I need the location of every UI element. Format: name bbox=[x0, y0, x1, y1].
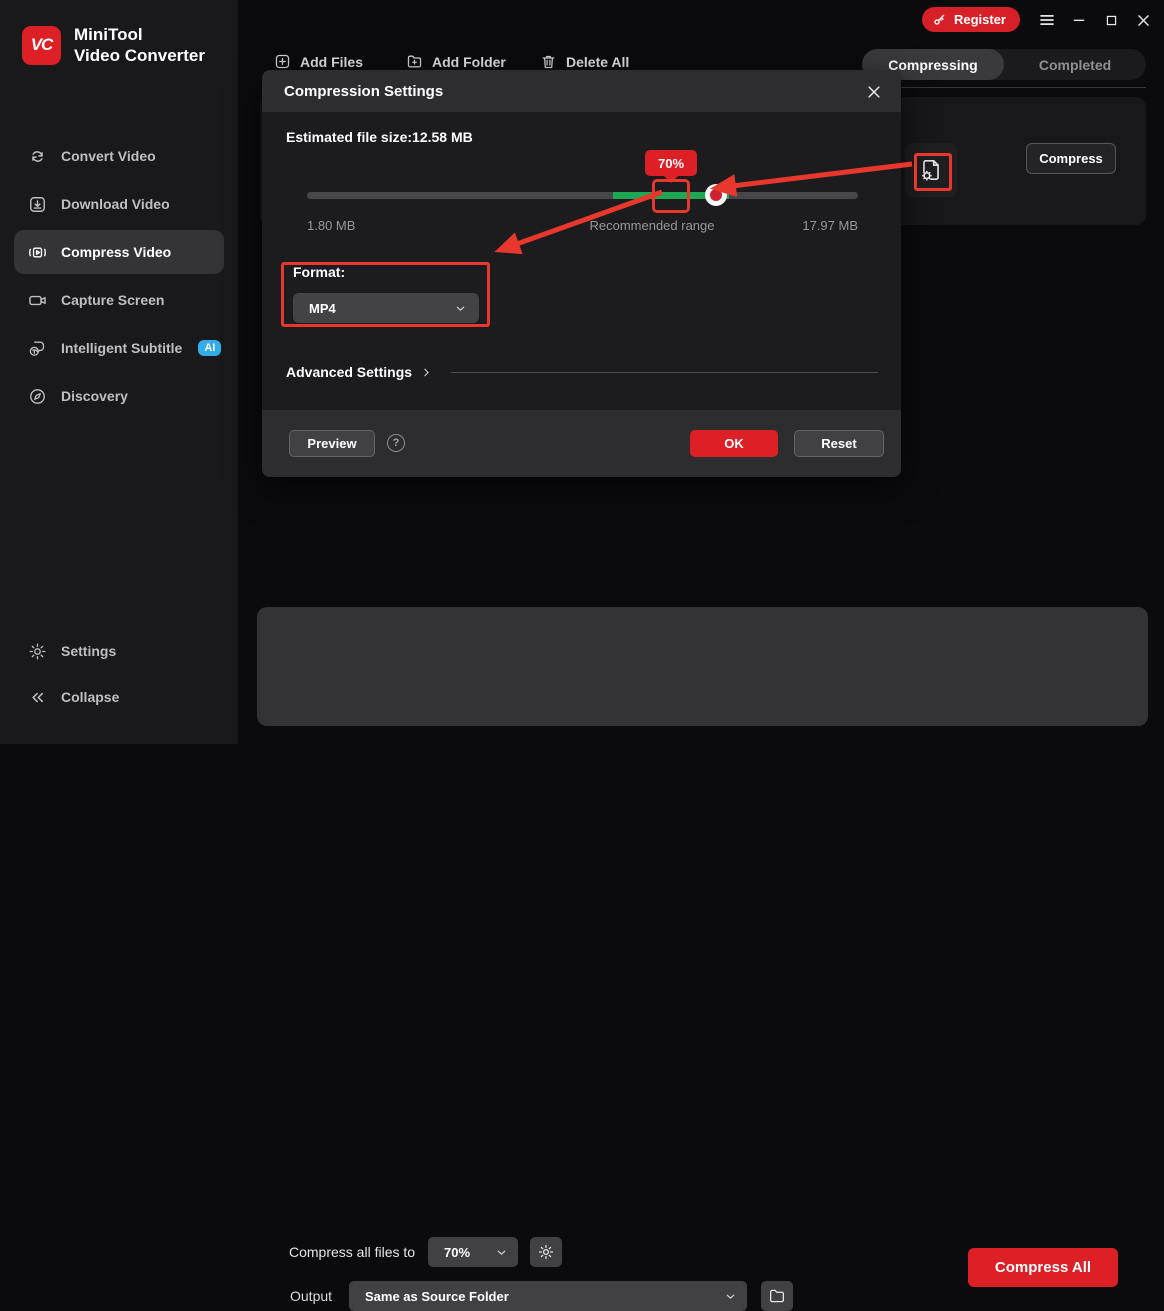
status-tabs: Compressing Completed bbox=[862, 49, 1146, 80]
slider-max-label: 17.97 MB bbox=[802, 218, 858, 233]
window-close-icon[interactable] bbox=[1130, 8, 1156, 32]
chevron-down-icon bbox=[454, 302, 467, 315]
sidebar-item-label: Settings bbox=[61, 643, 117, 659]
gear-icon bbox=[537, 1243, 555, 1261]
intelligent-subtitle-icon bbox=[28, 339, 47, 358]
compression-percent-tooltip: 70% bbox=[645, 150, 697, 176]
add-files-label: Add Files bbox=[300, 53, 364, 70]
file-compression-settings-button[interactable] bbox=[905, 143, 957, 197]
format-select[interactable]: MP4 bbox=[293, 293, 479, 323]
estimated-file-size: Estimated file size:12.58 MB bbox=[286, 129, 473, 145]
dialog-close-icon[interactable] bbox=[863, 81, 885, 103]
slider-handle-dot bbox=[710, 189, 722, 201]
add-folder-button[interactable]: Add Folder bbox=[406, 53, 506, 70]
settings-gear-icon bbox=[28, 642, 47, 661]
convert-video-icon bbox=[28, 147, 47, 166]
add-files-icon bbox=[274, 53, 291, 70]
preview-button[interactable]: Preview bbox=[289, 430, 375, 457]
app-title: MiniTool Video Converter bbox=[74, 24, 205, 67]
chevron-down-icon bbox=[724, 1290, 737, 1303]
compression-ratio-select[interactable]: 70% bbox=[428, 1237, 518, 1267]
compress-button[interactable]: Compress bbox=[1026, 143, 1116, 174]
app-logo-row: VC MiniTool Video Converter bbox=[22, 24, 205, 67]
delete-all-button[interactable]: Delete All bbox=[540, 53, 629, 70]
format-label: Format: bbox=[293, 264, 346, 280]
sidebar-item-label: Collapse bbox=[61, 689, 120, 705]
slider-handle[interactable] bbox=[705, 184, 727, 206]
reset-button[interactable]: Reset bbox=[794, 430, 884, 457]
sidebar-item-convert-video[interactable]: Convert Video bbox=[14, 134, 224, 178]
collapse-chevrons-icon bbox=[28, 688, 47, 707]
sidebar-item-download-video[interactable]: Download Video bbox=[14, 182, 224, 226]
compression-settings-dialog: Compression Settings Estimated file size… bbox=[262, 70, 901, 477]
sidebar: VC MiniTool Video Converter Convert Vide… bbox=[0, 0, 238, 744]
capture-screen-icon bbox=[28, 291, 47, 310]
app-title-line2: Video Converter bbox=[74, 46, 206, 66]
add-files-button[interactable]: Add Files bbox=[274, 53, 363, 70]
dialog-header: Compression Settings bbox=[262, 70, 901, 112]
advanced-settings-label: Advanced Settings bbox=[286, 364, 413, 380]
titlebar: Register bbox=[238, 0, 1164, 40]
chevron-down-icon bbox=[495, 1246, 508, 1259]
slider-range-label: Recommended range bbox=[589, 218, 715, 233]
compress-video-icon bbox=[28, 243, 47, 262]
divider-line bbox=[451, 371, 878, 373]
sidebar-item-intelligent-subtitle[interactable]: Intelligent Subtitle AI bbox=[14, 326, 224, 370]
sidebar-item-label: Download Video bbox=[61, 196, 170, 212]
browse-output-folder-button[interactable] bbox=[761, 1281, 793, 1311]
sidebar-item-label: Intelligent Subtitle bbox=[61, 340, 183, 356]
minimize-icon[interactable] bbox=[1066, 8, 1092, 32]
sidebar-item-compress-video[interactable]: Compress Video bbox=[14, 230, 224, 274]
format-value: MP4 bbox=[309, 300, 336, 316]
sidebar-item-discovery[interactable]: Discovery bbox=[14, 374, 224, 418]
sidebar-item-settings[interactable]: Settings bbox=[14, 630, 224, 672]
menu-icon[interactable] bbox=[1034, 8, 1060, 32]
bottom-bar: Compress all files to 70% Output Same as… bbox=[257, 607, 1148, 1311]
sidebar-item-label: Compress Video bbox=[61, 244, 172, 260]
compression-slider[interactable] bbox=[307, 184, 858, 206]
output-label: Output bbox=[290, 1288, 333, 1304]
dialog-title: Compression Settings bbox=[284, 82, 444, 100]
add-folder-label: Add Folder bbox=[432, 53, 506, 70]
dialog-footer: Preview ? OK Reset bbox=[262, 410, 901, 477]
download-video-icon bbox=[28, 195, 47, 214]
maximize-icon[interactable] bbox=[1098, 8, 1124, 32]
key-icon bbox=[932, 12, 947, 27]
ai-badge: AI bbox=[198, 340, 222, 356]
chevron-right-icon bbox=[420, 366, 433, 379]
sidebar-item-label: Convert Video bbox=[61, 148, 156, 164]
folder-icon bbox=[768, 1287, 786, 1305]
sidebar-item-capture-screen[interactable]: Capture Screen bbox=[14, 278, 224, 322]
slider-min-label: 1.80 MB bbox=[307, 218, 356, 233]
sidebar-item-label: Capture Screen bbox=[61, 292, 165, 308]
register-label: Register bbox=[953, 12, 1006, 27]
compress-all-files-label: Compress all files to bbox=[289, 1244, 416, 1260]
app-title-line1: MiniTool bbox=[74, 25, 143, 44]
sidebar-item-collapse[interactable]: Collapse bbox=[14, 676, 224, 718]
delete-all-label: Delete All bbox=[566, 53, 630, 70]
advanced-settings-toggle[interactable]: Advanced Settings bbox=[286, 362, 878, 382]
compress-all-button[interactable]: Compress All bbox=[968, 1248, 1118, 1287]
sidebar-menu: Convert Video Download Video Compress Vi… bbox=[0, 130, 238, 422]
sidebar-bottom: Settings Collapse bbox=[0, 626, 238, 722]
compression-ratio-value: 70% bbox=[444, 1244, 471, 1260]
add-folder-icon bbox=[406, 53, 423, 70]
output-folder-select[interactable]: Same as Source Folder bbox=[349, 1281, 747, 1311]
ok-button[interactable]: OK bbox=[690, 430, 778, 457]
register-button[interactable]: Register bbox=[921, 7, 1020, 32]
help-icon[interactable]: ? bbox=[387, 434, 405, 452]
tab-completed[interactable]: Completed bbox=[1004, 49, 1146, 80]
file-settings-icon bbox=[918, 157, 944, 183]
compression-settings-gear-button[interactable] bbox=[530, 1237, 562, 1267]
discovery-icon bbox=[28, 387, 47, 406]
sidebar-item-label: Discovery bbox=[61, 388, 128, 404]
delete-all-icon bbox=[540, 53, 557, 70]
output-folder-value: Same as Source Folder bbox=[365, 1288, 509, 1304]
app-logo-icon: VC bbox=[22, 25, 61, 65]
